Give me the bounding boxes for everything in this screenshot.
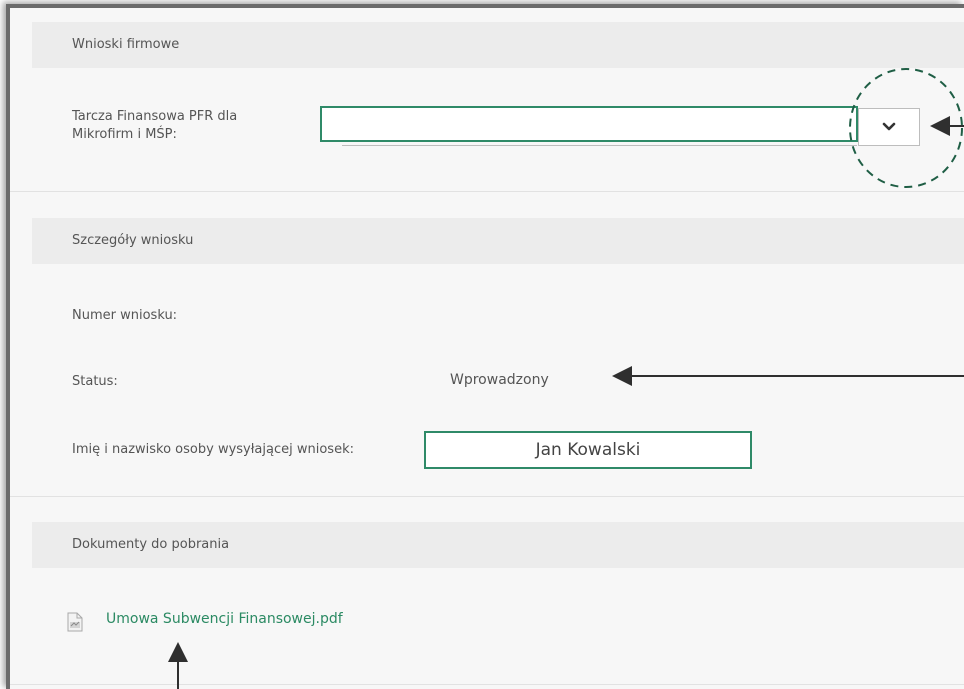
highlight-circle xyxy=(849,68,963,188)
annotation-overlay xyxy=(168,68,964,689)
